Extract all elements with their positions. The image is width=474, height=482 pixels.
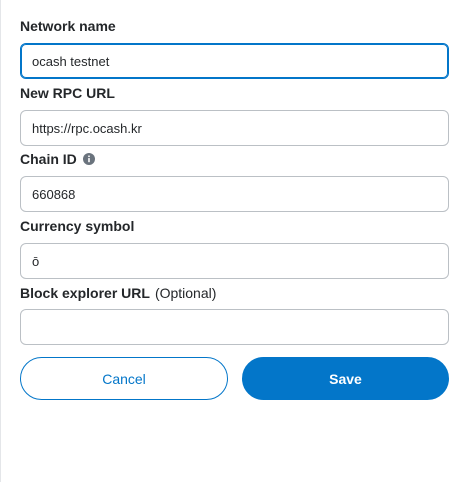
rpc-url-label-row: New RPC URL (20, 84, 115, 102)
cancel-button-label: Cancel (102, 370, 146, 387)
currency-symbol-input[interactable] (20, 243, 449, 279)
rpc-url-input[interactable] (20, 110, 449, 146)
chain-id-label-row: Chain ID (20, 150, 96, 168)
block-explorer-label-row: Block explorer URL (Optional) (20, 284, 216, 302)
currency-symbol-label: Currency symbol (20, 218, 135, 234)
network-name-label-row: Network name (20, 17, 116, 35)
network-name-input[interactable] (20, 43, 449, 79)
block-explorer-input[interactable] (20, 309, 449, 345)
block-explorer-label: Block explorer URL (20, 285, 150, 301)
info-icon[interactable] (83, 153, 96, 166)
currency-symbol-label-row: Currency symbol (20, 217, 134, 235)
chain-id-label: Chain ID (20, 151, 77, 167)
optional-label: (Optional) (154, 285, 217, 301)
rpc-url-label: New RPC URL (20, 85, 115, 101)
chain-id-input[interactable] (20, 176, 449, 212)
save-button-label: Save (329, 370, 362, 387)
cancel-button[interactable]: Cancel (20, 357, 228, 400)
add-network-form: Network name New RPC URL Chain ID Curren… (0, 0, 474, 482)
save-button[interactable]: Save (242, 357, 449, 400)
network-name-label: Network name (20, 18, 116, 34)
